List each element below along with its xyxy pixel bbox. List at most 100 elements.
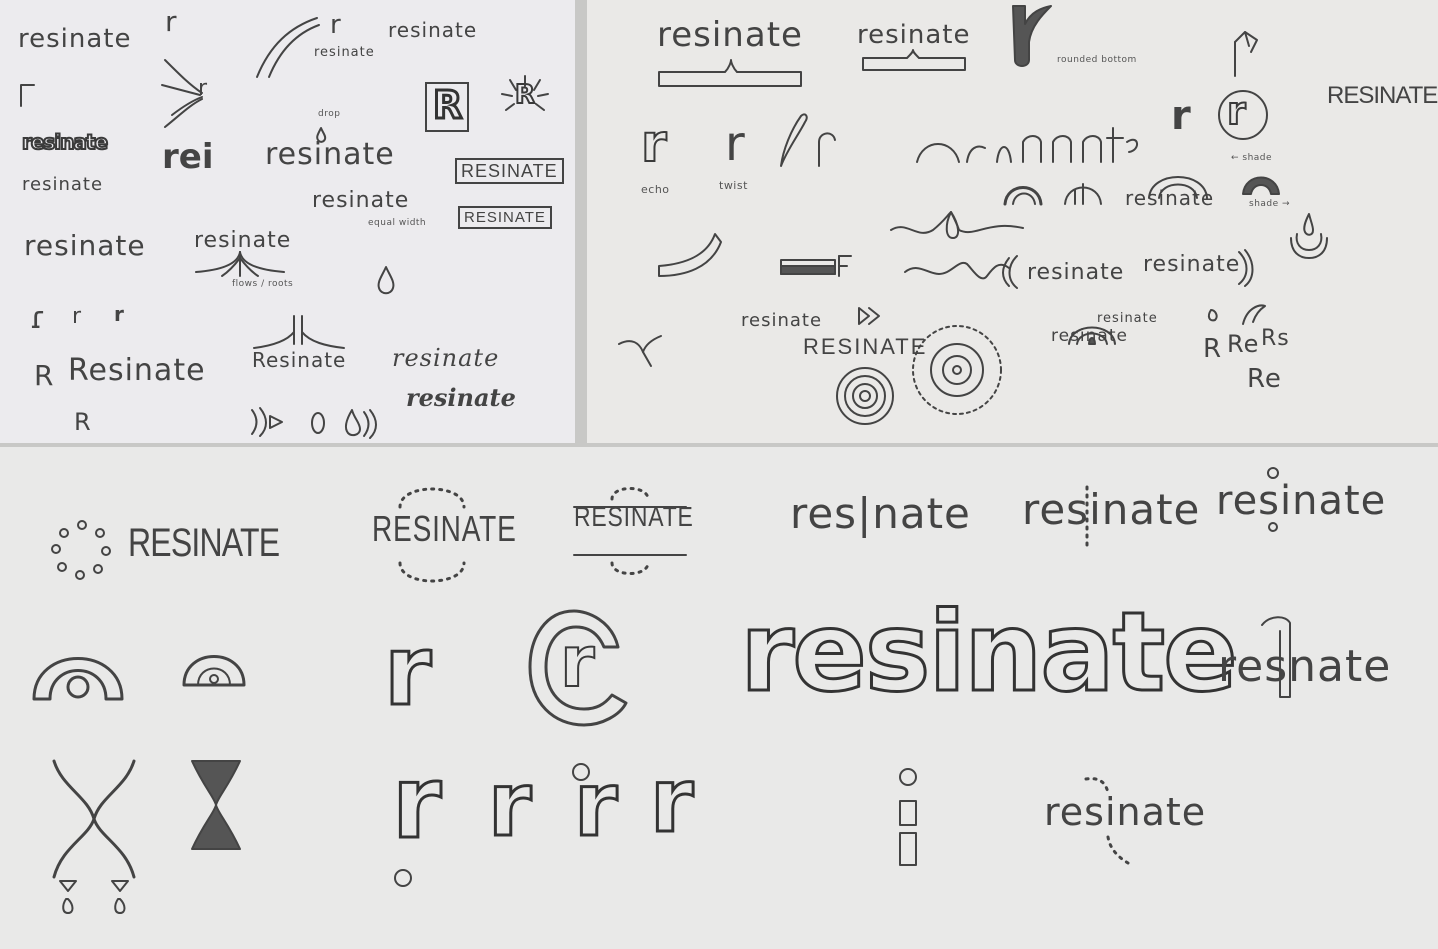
echo-r-letter: r bbox=[640, 114, 668, 174]
sketch-letter-r: r bbox=[198, 76, 209, 101]
curved-bar-icon bbox=[658, 233, 722, 277]
rounded-bottom-r-icon bbox=[1012, 5, 1052, 67]
sketch-wordmark: resinate bbox=[22, 174, 104, 195]
crossed-strands-icon bbox=[52, 759, 136, 914]
outline-r-letter: r bbox=[486, 753, 532, 856]
sketch-wordmark-upper: RESINATE bbox=[574, 501, 694, 532]
sketch-letter-R: R bbox=[74, 408, 92, 436]
shaded-arch-icon bbox=[1242, 176, 1280, 195]
sketch-wordmark: resinate bbox=[1022, 485, 1201, 534]
wave-drop-icon bbox=[890, 211, 1024, 239]
sketch-wordmark-upper: RESINATE bbox=[1327, 82, 1438, 109]
sketch-letter-r: r bbox=[72, 304, 83, 329]
annotation-drop: drop bbox=[318, 109, 341, 119]
roots-icon bbox=[253, 315, 345, 349]
sprout-icon bbox=[618, 335, 662, 367]
sketch-monogram-Rs: Rs bbox=[1261, 326, 1290, 351]
circle-dots-icon bbox=[1267, 467, 1279, 532]
annotation-rounded-bottom: rounded bottom bbox=[1057, 55, 1137, 65]
sketch-wordmark-divided: res|nate bbox=[790, 489, 971, 538]
arrow-up-right-icon bbox=[1234, 31, 1258, 77]
sketch-wordmark-bold-italic: resinate bbox=[406, 383, 516, 412]
echo-drops-icon bbox=[251, 407, 377, 439]
sketch-wordmark: resinate bbox=[1216, 478, 1387, 524]
circled-r-letter: r bbox=[1226, 89, 1247, 133]
rainbow-ball-icon bbox=[32, 657, 124, 701]
sketch-wordmark: resinate bbox=[857, 20, 971, 50]
outline-r-letter: r bbox=[382, 615, 432, 727]
sketch-wordmark: resinate bbox=[1051, 326, 1128, 346]
outline-r-letter: r bbox=[572, 753, 618, 856]
sketch-wordmark: resinate bbox=[1143, 252, 1241, 277]
drop-icon bbox=[377, 266, 395, 295]
sketch-wordmark: resinate bbox=[657, 15, 803, 55]
bold-r-letter: r bbox=[1171, 93, 1191, 139]
sketch-wordmark: resinate bbox=[1125, 186, 1215, 210]
sketch-squiggle-letter: ɾ bbox=[30, 301, 47, 336]
big-R-letter: R bbox=[431, 83, 463, 127]
sketch-wordmark: resinate bbox=[741, 310, 823, 331]
twisted-r-strokes-icon bbox=[780, 113, 836, 167]
outline-r-letter: r bbox=[648, 749, 694, 852]
dot-icon bbox=[394, 869, 412, 887]
hourglass-weave-icon bbox=[191, 760, 241, 850]
echo-arrow-icon bbox=[858, 307, 880, 325]
sketch-wordmark: Resinate bbox=[68, 353, 206, 388]
annotation-twist: twist bbox=[719, 179, 748, 192]
dot-ring-icon bbox=[51, 520, 111, 580]
sketch-wordmark-upper: RESINATE bbox=[372, 508, 517, 549]
sketch-wordmark: resinate bbox=[265, 137, 395, 172]
small-arch-icon bbox=[182, 655, 246, 687]
annotation-echo: echo bbox=[641, 183, 670, 196]
arches-wordmark-icon bbox=[916, 127, 1138, 163]
sketch-wordmark: resinate bbox=[194, 228, 292, 253]
annotation-equal-width: equal width bbox=[368, 218, 427, 228]
twist-r-letter: r bbox=[725, 116, 746, 172]
bar-drop-icon bbox=[780, 255, 852, 277]
dotted-stem-icon bbox=[1085, 485, 1089, 551]
concentric-rings-icon bbox=[836, 367, 894, 425]
sketch-panel-top-left: resinate r r resinate resinate r resinat… bbox=[0, 0, 575, 443]
sketch-panel-top-right: resinate resinate rounded bottom RESINAT… bbox=[587, 0, 1438, 443]
outline-r-letter: r bbox=[390, 744, 442, 861]
sketch-panel-bottom: RESINATE RESINATE RESINATE res|nate resi… bbox=[0, 447, 1438, 949]
annotation-shade: ← shade bbox=[1231, 153, 1273, 163]
dotted-flow-icon bbox=[1084, 777, 1130, 865]
sketch-wordmark: Resinate bbox=[252, 348, 347, 372]
roots-icon bbox=[195, 251, 285, 277]
drip-stem-icon bbox=[1261, 616, 1291, 698]
leaf-R-letter: R bbox=[514, 80, 536, 110]
root-bar-icon bbox=[658, 59, 802, 87]
sketch-wordmark-small: resinate bbox=[1097, 311, 1158, 326]
boxed-wordmark-small: RESINATE bbox=[458, 206, 552, 229]
sketch-wordmark: resinate bbox=[18, 24, 132, 54]
boxed-wordmark: RESINATE bbox=[455, 158, 564, 184]
drop-ripple-icon bbox=[1290, 213, 1328, 259]
corner-icon bbox=[20, 84, 35, 107]
sketch-rei-mark: rei bbox=[162, 137, 214, 177]
outline-wordmark-large: resinate bbox=[739, 588, 1240, 716]
sketch-letter-r: r bbox=[114, 302, 124, 326]
sketch-wordmark: resinate bbox=[312, 188, 410, 213]
bracket-icon bbox=[1238, 249, 1254, 287]
sketch-letter-R: R bbox=[1203, 334, 1223, 364]
sketch-wordmark-drip: resnate bbox=[1218, 641, 1392, 692]
sketch-wordmark: resinate bbox=[1027, 260, 1125, 285]
sketch-monogram-Re: Re bbox=[1247, 364, 1282, 394]
c-shell-r-letter: r bbox=[559, 621, 596, 703]
curve-strokes-icon bbox=[256, 17, 320, 78]
sketch-letter-R: R bbox=[34, 359, 55, 392]
root-bar-icon bbox=[862, 49, 966, 71]
sketch-monogram-Re: Re bbox=[1227, 330, 1260, 358]
sketch-collage: resinate r r resinate resinate r resinat… bbox=[0, 0, 1438, 949]
sketch-wordmark-outline: resinate bbox=[21, 130, 109, 154]
annotation-shade: shade → bbox=[1249, 199, 1291, 209]
sketch-wordmark-italic: resinate bbox=[392, 344, 500, 372]
boxed-R-frame: R bbox=[425, 82, 469, 132]
sketch-letter-r: r bbox=[330, 10, 342, 40]
sketch-wordmark-upper: RESINATE bbox=[128, 521, 280, 565]
sketch-letter-r: r bbox=[165, 5, 178, 38]
arch-r-set-icon bbox=[1003, 183, 1102, 206]
wave-bracket-icon bbox=[904, 255, 1018, 289]
sketch-wordmark: resinate bbox=[388, 18, 478, 42]
